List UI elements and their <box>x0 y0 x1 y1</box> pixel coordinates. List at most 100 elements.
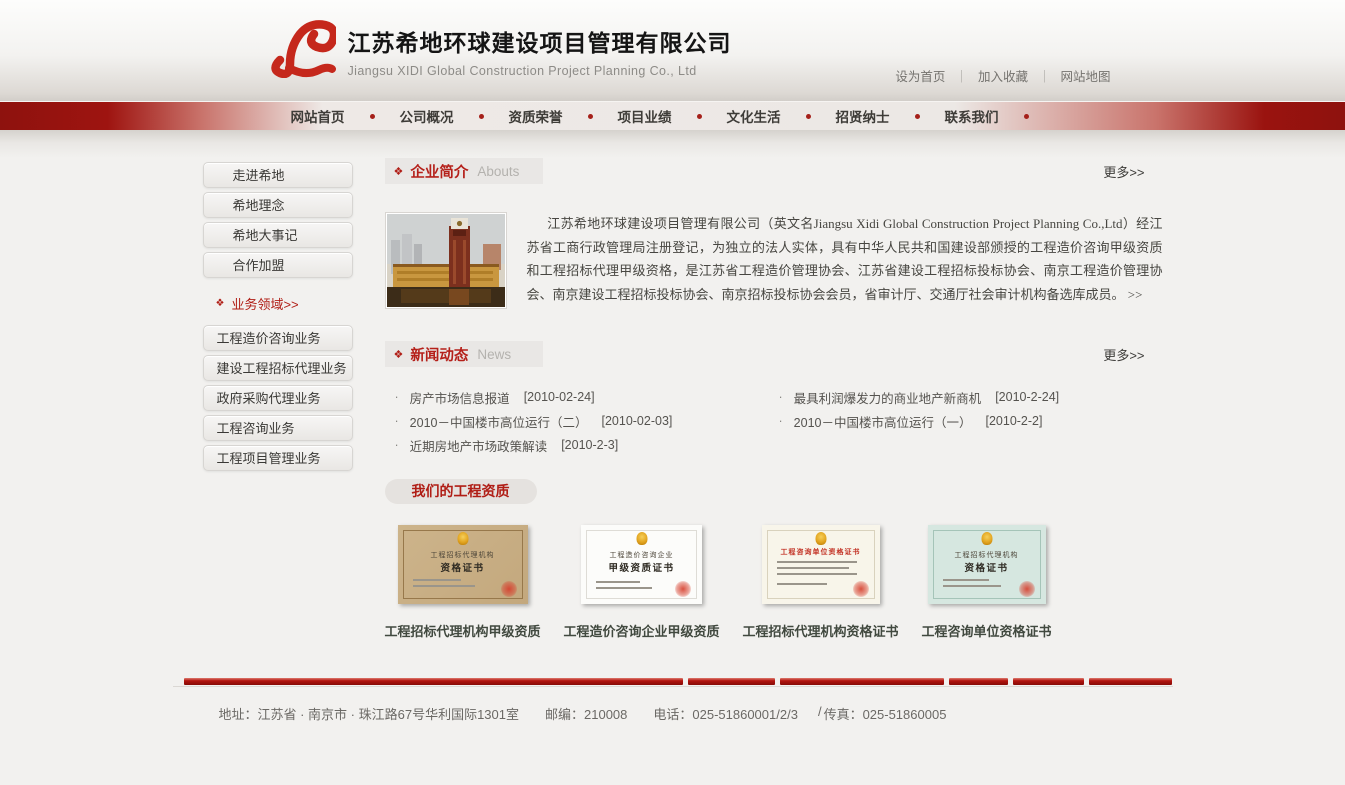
sidebar-item-project-management[interactable]: 工程项目管理业务 <box>203 445 353 471</box>
news-item[interactable]: · 2010－中国楼市高位运行（二） [2010-02-03] <box>395 409 779 433</box>
certificate-caption: 工程造价咨询企业甲级资质 <box>564 621 720 640</box>
certificate-figure: 工程咨询单位资格证书 工程招标代理机构资格证书 <box>743 525 899 640</box>
news-section-title: 新闻动态 <box>410 344 468 365</box>
nav-item-qualification[interactable]: 资质荣誉 <box>509 106 618 126</box>
footer-bar-segment <box>1089 678 1172 685</box>
footer-bar-segment <box>184 678 683 685</box>
sidebar-item-xidi-milestones[interactable]: 希地大事记 <box>203 222 353 248</box>
nav-item-contact[interactable]: 联系我们 <box>945 106 1054 126</box>
nav-separator-dot <box>588 114 593 119</box>
certificate-figure: 工程造价咨询企业 甲级资质证书 工程造价咨询企业甲级资质 <box>564 525 720 640</box>
sidebar-item-xidi-philosophy[interactable]: 希地理念 <box>203 192 353 218</box>
news-item-title: 2010－中国楼市高位运行（一） <box>794 412 972 431</box>
bullet-icon: · <box>779 414 783 428</box>
certificate-caption: 工程咨询单位资格证书 <box>922 621 1052 640</box>
nav-separator-dot <box>370 114 375 119</box>
main-nav: 网站首页 公司概况 资质荣誉 项目业绩 文化生活 招贤纳士 联系我们 <box>0 101 1345 130</box>
qualifications-title-pill: 我们的工程资质 <box>385 479 537 504</box>
sidebar-item-cost-consulting[interactable]: 工程造价咨询业务 <box>203 325 353 351</box>
nav-separator-dot <box>479 114 484 119</box>
page-header: 江苏希地环球建设项目管理有限公司 Jiangsu XIDI Global Con… <box>0 0 1345 101</box>
nav-item-home[interactable]: 网站首页 <box>291 106 400 126</box>
footer-address: 地址：江苏省 · 南京市 · 珠江路67号华利国际1301室 <box>219 704 520 723</box>
company-building-photo <box>385 212 507 309</box>
company-name-cn: 江苏希地环球建设项目管理有限公司 <box>348 24 732 58</box>
bullet-icon: · <box>779 390 783 404</box>
certificate-caption: 工程招标代理机构甲级资质 <box>385 621 541 640</box>
national-emblem-icon <box>457 532 468 545</box>
footer-phone: 电话：025-51860001/2/3 <box>653 704 798 723</box>
national-emblem-icon <box>815 532 826 545</box>
news-more-link[interactable]: 更多>> <box>1103 345 1144 364</box>
sidebar-item-gov-procurement[interactable]: 政府采购代理业务 <box>203 385 353 411</box>
sitemap-link[interactable]: 网站地图 <box>1060 66 1110 85</box>
news-column-right: · 最具利润爆发力的商业地产新商机 [2010-2-24] · 2010－中国楼… <box>779 385 1163 457</box>
red-seal-icon <box>675 581 691 597</box>
about-more-link[interactable]: 更多>> <box>1103 162 1144 181</box>
footer-bar-segment <box>949 678 1008 685</box>
footer-contact-info: 地址：江苏省 · 南京市 · 珠江路67号华利国际1301室 邮编：210008… <box>173 704 1173 723</box>
set-homepage-link[interactable]: 设为首页 <box>895 66 945 85</box>
red-seal-icon <box>501 581 517 597</box>
add-favorites-link[interactable]: 加入收藏 <box>978 66 1028 85</box>
nav-item-recruit[interactable]: 招贤纳士 <box>836 106 945 126</box>
nav-item-company[interactable]: 公司概况 <box>400 106 509 126</box>
nav-separator-dot <box>1024 114 1029 119</box>
footer-bar-segment <box>688 678 775 685</box>
certificate-image[interactable]: 工程造价咨询企业 甲级资质证书 <box>581 525 702 604</box>
top-utility-links: 设为首页 ｜ 加入收藏 ｜ 网站地图 <box>895 66 1110 85</box>
certificates-row: 工程招标代理机构 资格证书 工程招标代理机构甲级资质 工程造价咨询企业 甲级资质… <box>385 525 1163 640</box>
footer-bar-segment <box>780 678 944 685</box>
news-item-title: 房产市场信息报道 <box>410 388 510 407</box>
news-item-date: [2010-02-24] <box>524 390 595 404</box>
nav-separator-dot <box>915 114 920 119</box>
nav-separator-dot <box>806 114 811 119</box>
bullet-icon: · <box>395 438 399 452</box>
about-section-header: ❖ 企业简介 Abouts 更多>> <box>385 158 1163 184</box>
red-seal-icon <box>853 581 869 597</box>
footer-slash: / <box>818 704 822 723</box>
hero-fade-strip <box>0 130 1345 158</box>
news-item[interactable]: · 2010－中国楼市高位运行（一） [2010-2-2] <box>779 409 1163 433</box>
sidebar: 走进希地 希地理念 希地大事记 合作加盟 ❖ 业务领域>> 工程造价咨询业务 建… <box>203 158 353 640</box>
certificate-image[interactable]: 工程咨询单位资格证书 <box>762 525 880 604</box>
about-section-subtitle: Abouts <box>477 164 519 179</box>
news-section-subtitle: News <box>477 347 511 362</box>
certificate-figure: 工程招标代理机构 资格证书 工程咨询单位资格证书 <box>922 525 1052 640</box>
news-item-title: 2010－中国楼市高位运行（二） <box>410 412 588 431</box>
news-section-header: ❖ 新闻动态 News 更多>> <box>385 341 1163 367</box>
news-item[interactable]: · 房产市场信息报道 [2010-02-24] <box>395 385 779 409</box>
diamond-icon: ❖ <box>394 165 404 178</box>
certificate-caption: 工程招标代理机构资格证书 <box>743 621 899 640</box>
diamond-icon: ❖ <box>394 348 404 361</box>
red-seal-icon <box>1019 581 1035 597</box>
news-item-date: [2010-2-3] <box>561 438 618 452</box>
link-separator: ｜ <box>1038 66 1051 85</box>
sidebar-item-cooperation[interactable]: 合作加盟 <box>203 252 353 278</box>
footer-fax: 传真：025-51860005 <box>824 704 947 723</box>
link-separator: ｜ <box>955 66 968 85</box>
page-footer: 地址：江苏省 · 南京市 · 珠江路67号华利国际1301室 邮编：210008… <box>0 678 1345 723</box>
footer-bar-segment <box>1013 678 1084 685</box>
news-item-date: [2010-2-2] <box>985 414 1042 428</box>
certificate-image[interactable]: 工程招标代理机构 资格证书 <box>398 525 528 604</box>
business-areas-link[interactable]: ❖ 业务领域>> <box>216 294 353 313</box>
bullet-icon: · <box>395 414 399 428</box>
sidebar-item-engineering-consulting[interactable]: 工程咨询业务 <box>203 415 353 441</box>
sidebar-item-bidding-agency[interactable]: 建设工程招标代理业务 <box>203 355 353 381</box>
sidebar-item-about-xidi[interactable]: 走进希地 <box>203 162 353 188</box>
main-content: ❖ 企业简介 Abouts 更多>> <box>385 158 1163 640</box>
news-item[interactable]: · 近期房地产市场政策解读 [2010-2-3] <box>395 433 779 457</box>
nav-separator-dot <box>697 114 702 119</box>
national-emblem-icon <box>981 532 992 545</box>
nav-item-culture[interactable]: 文化生活 <box>727 106 836 126</box>
news-item-date: [2010-2-24] <box>995 390 1059 404</box>
news-item[interactable]: · 最具利润爆发力的商业地产新商机 [2010-2-24] <box>779 385 1163 409</box>
nav-item-projects[interactable]: 项目业绩 <box>618 106 727 126</box>
national-emblem-icon <box>636 532 647 545</box>
news-column-left: · 房产市场信息报道 [2010-02-24] · 2010－中国楼市高位运行（… <box>395 385 779 457</box>
footer-zip: 邮编：210008 <box>545 704 627 723</box>
company-name-en: Jiangsu XIDI Global Construction Project… <box>348 64 732 78</box>
company-logo-icon[interactable] <box>270 18 336 78</box>
certificate-image[interactable]: 工程招标代理机构 资格证书 <box>928 525 1046 604</box>
